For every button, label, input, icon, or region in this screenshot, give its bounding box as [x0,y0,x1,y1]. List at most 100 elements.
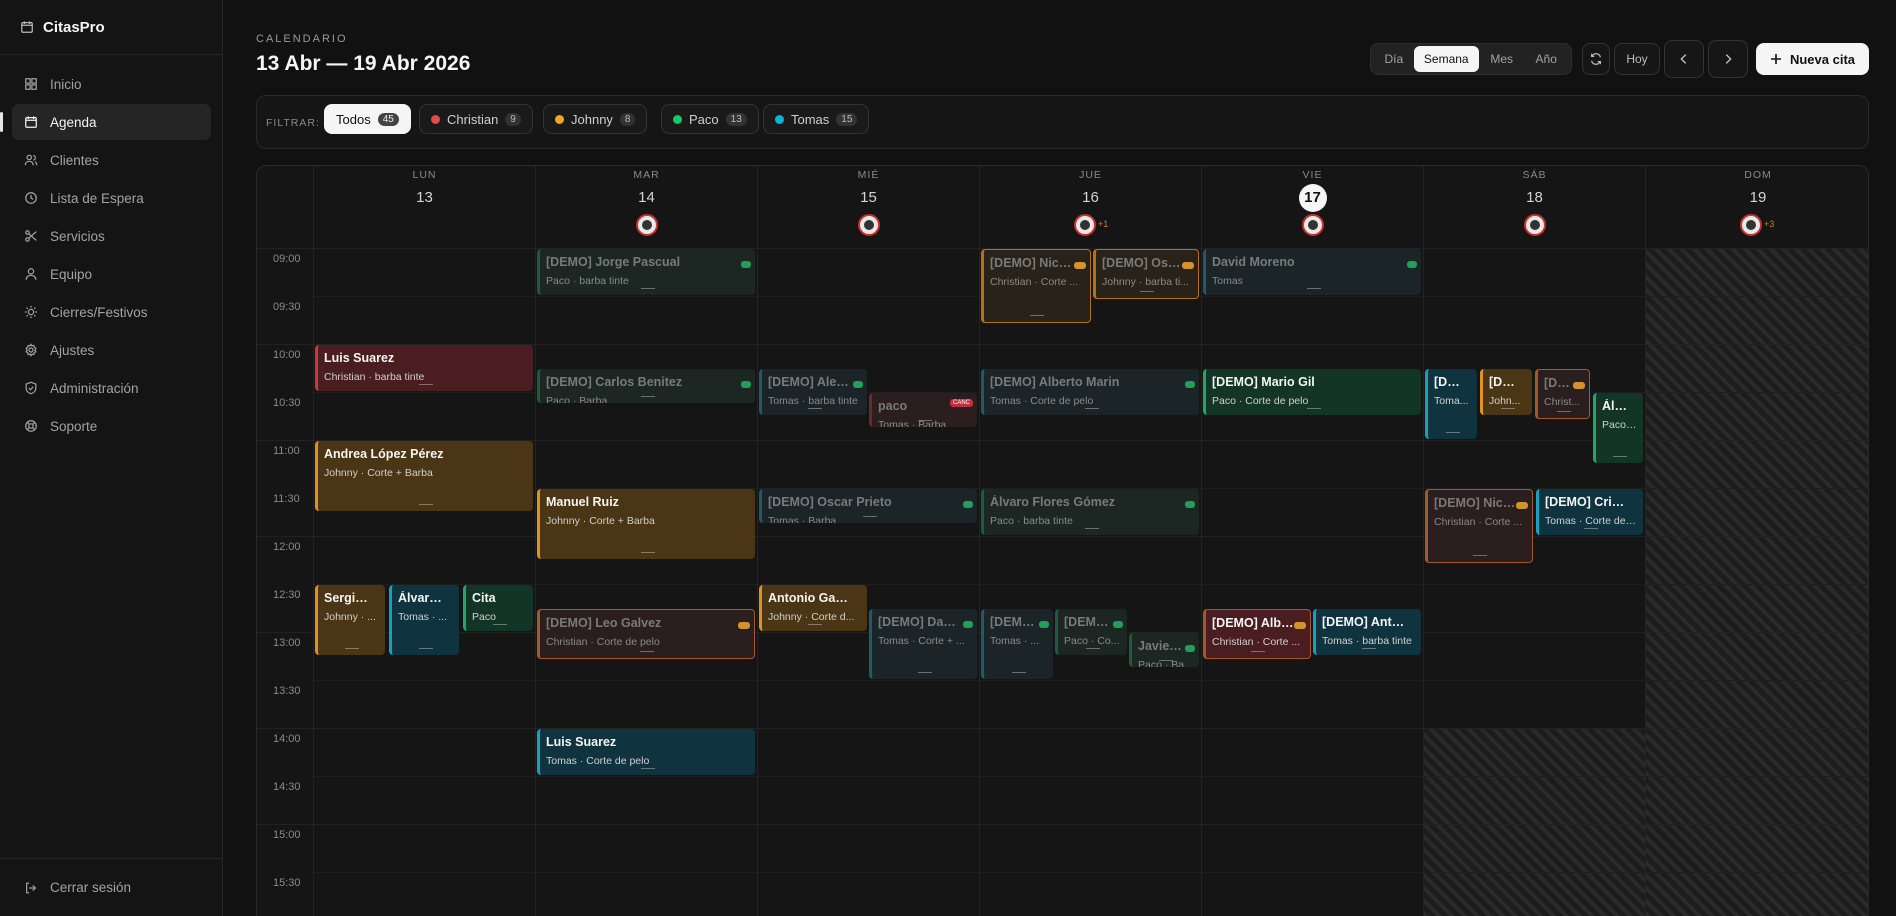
view-month[interactable]: Mes [1479,46,1525,72]
appointment-card[interactable]: [DE... Christ... [1535,369,1590,419]
appointment-card[interactable]: [DEMO] Mario Gil Paco · Corte de pelo [1203,369,1421,415]
appointment-detail: Tomas · ... [990,635,1040,647]
refresh-button[interactable] [1582,43,1610,75]
sidebar-item-agenda[interactable]: Agenda [0,104,211,140]
resize-handle[interactable] [1084,528,1099,529]
appointment-card[interactable]: [DEMO] Alber... Christian · Corte ... [1203,609,1311,659]
appointment-card[interactable]: [DE... Toma... [1425,369,1477,439]
resize-handle[interactable] [640,768,655,769]
appointment-card[interactable]: Álvaro ... Tomas · ... [389,585,459,655]
sidebar-item-servicios[interactable]: Servicios [12,218,211,254]
today-button[interactable]: Hoy [1614,43,1660,75]
resize-handle[interactable] [1030,315,1044,316]
sidebar-item-soporte[interactable]: Soporte [12,408,211,444]
appointment-card[interactable]: [DEMO] Carlos Benitez Paco · Barba [537,369,755,403]
appointment-card[interactable]: Javier ... Paco · Ba... [1129,633,1199,667]
filter-chip-todos[interactable]: Todos 45 [324,104,411,134]
appointment-card[interactable]: [DEMO] Davi... Tomas · Corte + ... [869,609,977,679]
appointment-card[interactable]: Álvaro Flores Gómez Paco · barba tinte [981,489,1199,535]
filter-chip-christian[interactable]: Christian 9 [419,104,533,134]
sidebar-item-equipo[interactable]: Equipo [12,256,211,292]
resize-handle[interactable] [1140,291,1154,292]
filter-chip-paco[interactable]: Paco 13 [661,104,759,134]
resize-handle[interactable] [862,516,877,517]
filter-chip-tomas[interactable]: Tomas 15 [763,104,870,134]
resize-handle[interactable] [1361,648,1376,649]
appointment-card[interactable]: [DEMO] Oscar Prieto Tomas · Barba [759,489,977,523]
new-appointment-button[interactable]: Nueva cita [1756,43,1869,75]
resize-handle[interactable] [1251,651,1265,652]
appointment-card[interactable]: [DEMO... Paco · Co... [1055,609,1127,655]
resize-handle[interactable] [807,624,822,625]
sidebar-item-administracion[interactable]: Administración [12,370,211,406]
appointment-card[interactable]: [DEMO] Nicol... Christian · Corte ... [981,249,1091,323]
appointment-card[interactable]: Andrea López Pérez Johnny · Corte + Barb… [315,441,533,511]
resize-handle[interactable] [807,408,822,409]
appointment-card[interactable]: Sergio ... Johnny · ... [315,585,385,655]
appointment-card[interactable]: paco Tomas · Barba CANC [869,393,977,427]
prev-week-button[interactable] [1664,40,1704,78]
resize-handle[interactable] [1085,648,1100,649]
view-day[interactable]: Día [1374,46,1414,72]
resize-handle[interactable] [917,420,932,421]
appointment-card[interactable]: [DEMO] Anto... Tomas · barba tinte [1313,609,1421,655]
resize-handle[interactable] [917,672,932,673]
sidebar-item-ajustes[interactable]: Ajustes [12,332,211,368]
appointment-card[interactable]: Cita Paco [463,585,533,631]
appointment-card[interactable]: Manuel Ruiz Johnny · Corte + Barba [537,489,755,559]
appointment-card[interactable]: [DEMO... Tomas · ... [981,609,1053,679]
resize-handle[interactable] [1445,432,1460,433]
day-header-mon[interactable]: LUN 13 [313,166,535,248]
filter-chip-johnny[interactable]: Johnny 8 [543,104,648,134]
day-header-sat[interactable]: SÁB 18 [1423,166,1645,248]
resize-handle[interactable] [640,651,654,652]
resize-handle[interactable] [418,384,433,385]
resize-handle[interactable] [1306,408,1321,409]
resize-handle[interactable] [640,396,655,397]
appointment-card[interactable]: [DEMO] Alberto Marin Tomas · Corte de pe… [981,369,1199,415]
appointment-card[interactable]: Luis Suarez Christian · barba tinte [315,345,533,391]
resize-handle[interactable] [1584,528,1598,529]
day-header-thu[interactable]: JUE 16 +1 [979,166,1201,248]
appointment-card[interactable]: Luis Suarez Tomas · Corte de pelo [537,729,755,775]
sidebar-item-cierres[interactable]: Cierres/Festivos [12,294,211,330]
resize-handle[interactable] [418,504,433,505]
appointment-card[interactable]: [DEMO] Nicol... Christian · Corte ... [1425,489,1533,563]
appointment-card[interactable]: [DEMO] Jorge Pascual Paco · barba tinte [537,249,755,295]
day-header-fri[interactable]: VIE 17 [1201,166,1423,248]
resize-handle[interactable] [1011,672,1026,673]
appointment-card[interactable]: Álv... Paco ... [1593,393,1643,463]
sidebar-item-clientes[interactable]: Clientes [12,142,211,178]
resize-handle[interactable] [640,552,655,553]
appointment-card[interactable]: [DEMO] Aleja... Tomas · barba tinte [759,369,867,415]
color-dot [555,114,564,124]
resize-handle[interactable] [1473,555,1487,556]
day-header-tue[interactable]: MAR 14 [535,166,757,248]
resize-handle[interactable] [492,624,507,625]
appointment-card[interactable]: [DE... John... [1480,369,1532,415]
appointment-card[interactable]: Antonio García Johnny · Corte d... [759,585,867,631]
resize-handle[interactable] [1612,456,1627,457]
next-week-button[interactable] [1708,40,1748,78]
appointment-card[interactable]: [DEMO] Osca... Johnny · barba ti... [1093,249,1199,299]
resize-handle[interactable] [1158,660,1173,661]
view-year[interactable]: Año [1524,46,1568,72]
resize-handle[interactable] [1306,288,1321,289]
sidebar-item-lista-espera[interactable]: Lista de Espera [12,180,211,216]
view-week[interactable]: Semana [1413,46,1479,72]
resize-handle[interactable] [640,288,655,289]
logout-button[interactable]: Cerrar sesión [24,880,131,895]
resize-handle[interactable] [1500,408,1515,409]
appointment-card[interactable]: [DEMO] Leo Galvez Christian · Corte de p… [537,609,755,659]
resize-handle[interactable] [418,648,433,649]
day-header-sun[interactable]: DOM 19 +3 [1645,166,1868,248]
sidebar-item-inicio[interactable]: Inicio [12,66,211,102]
brand[interactable]: CitasPro [20,18,105,36]
appointment-card[interactable]: David Moreno Tomas [1203,249,1421,295]
appointment-detail: Christian · Corte ... [1434,516,1523,528]
resize-handle[interactable] [344,648,359,649]
day-header-wed[interactable]: MIÉ 15 [757,166,979,248]
appointment-card[interactable]: [DEMO] Cristi... Tomas · Corte de ... [1536,489,1643,535]
resize-handle[interactable] [1084,408,1099,409]
resize-handle[interactable] [1556,411,1571,412]
